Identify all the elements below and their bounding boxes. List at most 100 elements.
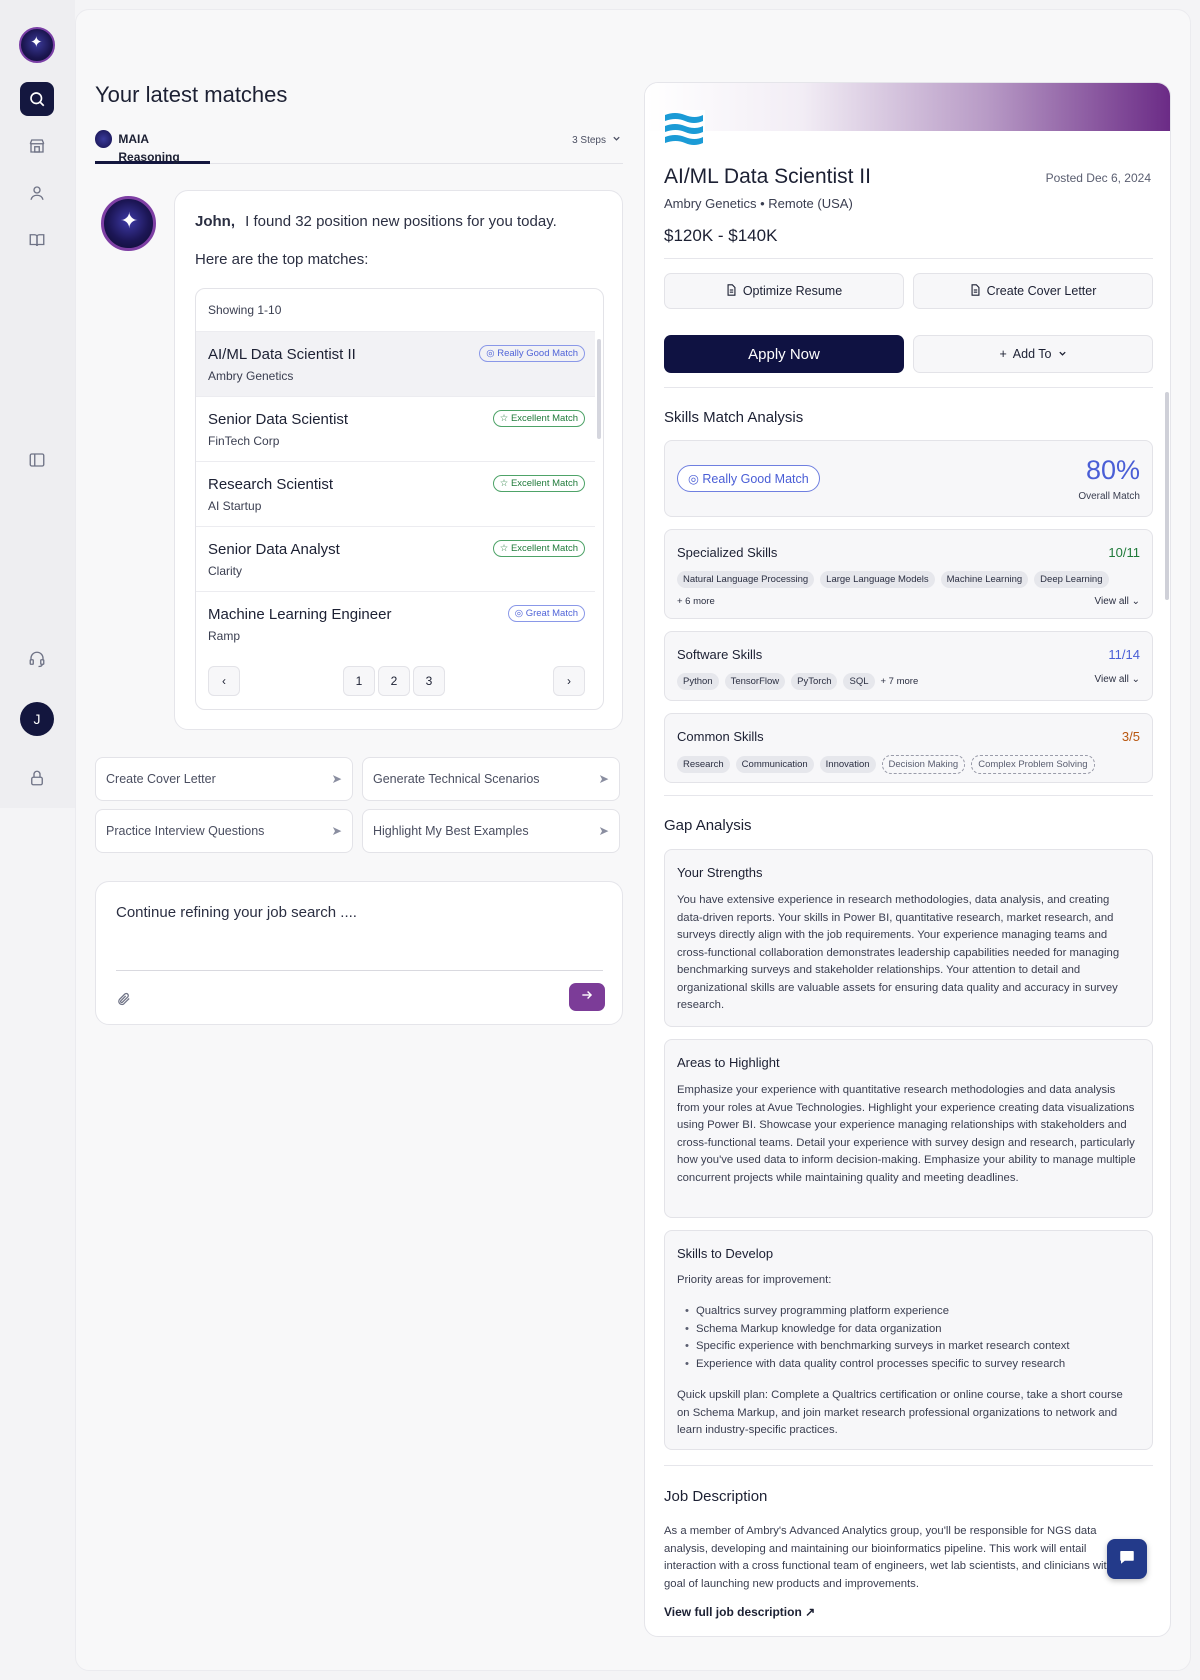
send-icon: ➤ [331,772,342,786]
skill-chip: Deep Learning [1034,571,1109,588]
skill-chip: Machine Learning [940,571,1029,588]
list-item: Qualtrics survey programming platform ex… [685,1303,1136,1321]
view-all-link[interactable]: View all ⌄ [1095,596,1140,607]
skill-chips: Natural Language Processing Large Langua… [677,571,1109,588]
page-title: Your latest matches [95,82,288,107]
page-button[interactable]: 3 [413,666,445,696]
chat-bubble-icon [1118,1548,1136,1571]
common-skills-box: Common Skills 3/5 Research Communication… [664,713,1153,783]
match-item[interactable]: Research Scientist AI Startup ☆ Excellen… [196,461,595,526]
suggestion-label: Create Cover Letter [106,772,216,786]
page-button[interactable]: 1 [343,666,375,696]
panel-banner [645,83,1170,131]
tab-maia-reasoning[interactable]: MAIA Reasoning [95,130,210,164]
steps-label: 3 Steps [572,134,606,146]
match-percent: 80% [1085,455,1140,485]
suggestion-interview-questions[interactable]: Practice Interview Questions ➤ [95,809,353,853]
overall-match-box: ◎ Really Good Match 80% Overall Match [664,440,1153,517]
search-icon[interactable] [20,82,54,116]
panel-toggle-icon[interactable] [20,443,54,477]
book-icon[interactable] [20,223,54,257]
suggestion-create-cover-letter[interactable]: Create Cover Letter ➤ [95,757,353,801]
view-full-description-link[interactable]: View full job description ↗ [664,1605,815,1619]
list-item: Specific experience with benchmarking su… [685,1338,1136,1356]
plus-icon: + [999,347,1007,361]
match-item[interactable]: Senior Data Scientist FinTech Corp ☆ Exc… [196,396,595,461]
prev-page-button[interactable]: ‹ [208,666,240,696]
more-skills[interactable]: + 6 more [677,596,715,607]
top-matches-text: Here are the top matches: [195,251,369,268]
salary-range: $120K - $140K [664,226,778,245]
assistant-avatar [101,196,156,251]
job-title: AI/ML Data Scientist II [664,165,871,188]
match-item[interactable]: Machine Learning Engineer Ramp ◎ Great M… [196,591,595,656]
list-scrollbar[interactable] [597,339,601,439]
skill-chip: SQL [843,673,875,690]
software-skills-box: Software Skills 11/14 Python TensorFlow … [664,631,1153,701]
page-button[interactable]: 2 [378,666,410,696]
match-badge: ☆ Excellent Match [492,410,585,427]
skill-chip: Innovation [819,756,876,773]
match-badge-label: Excellent Match [510,543,578,554]
highlight-title: Areas to Highlight [677,1055,780,1070]
match-badge-label: Really Good Match [497,348,578,359]
skills-group-title: Common Skills [677,729,764,744]
divider [664,258,1153,259]
add-to-button[interactable]: + Add To [913,335,1153,373]
match-item[interactable]: AI/ML Data Scientist II Ambry Genetics ◎… [196,331,595,396]
list-item: Experience with data quality control pro… [685,1356,1136,1374]
create-cover-letter-button[interactable]: Create Cover Letter [913,273,1153,309]
greeting-name: John, [195,213,235,230]
match-badge: ◎ Really Good Match [677,465,820,492]
attach-icon[interactable] [116,991,131,1011]
store-icon[interactable] [20,129,54,163]
chevron-down-icon [612,134,621,146]
lock-icon[interactable] [20,761,54,795]
document-icon [970,283,981,299]
match-badge: ◎ Great Match [507,605,585,622]
pagination: ‹ 1 2 3 › [208,666,593,698]
suggestion-technical-scenarios[interactable]: Generate Technical Scenarios ➤ [362,757,620,801]
chat-input[interactable]: Continue refining your job search .... [116,904,357,921]
view-all-link[interactable]: View all ⌄ [1095,674,1140,685]
user-icon[interactable] [20,176,54,210]
panel-scrollbar[interactable] [1165,392,1169,600]
match-item[interactable]: Senior Data Analyst Clarity ☆ Excellent … [196,526,595,591]
steps-dropdown[interactable]: 3 Steps [572,134,621,146]
match-company: Ambry Genetics [208,369,294,383]
suggestion-best-examples[interactable]: Highlight My Best Examples ➤ [362,809,620,853]
document-icon [726,283,737,299]
skills-count: 10/11 [1108,545,1140,560]
chat-fab-button[interactable] [1107,1539,1147,1579]
highlight-text: Emphasize your experience with quantitat… [677,1084,1136,1184]
list-item: Schema Markup knowledge for data organiz… [685,1321,1136,1339]
company-location: Ambry Genetics • Remote (USA) [664,196,853,211]
develop-list: Qualtrics survey programming platform ex… [685,1303,1136,1373]
more-skills[interactable]: + 7 more [881,676,919,687]
assistant-message-card: John, I found 32 position new positions … [174,190,623,730]
submit-button[interactable] [569,983,605,1011]
match-percent-label: Overall Match [1078,491,1140,502]
skill-chip: Communication [735,756,814,773]
match-badge: ☆ Excellent Match [492,540,585,557]
matches-list: AI/ML Data Scientist II Ambry Genetics ◎… [196,331,595,656]
optimize-resume-label: Optimize Resume [742,284,843,298]
skill-chip: Research [677,756,730,773]
develop-title: Skills to Develop [677,1246,774,1261]
develop-plan: Quick upskill plan: Complete a Qualtrics… [677,1389,1123,1436]
optimize-resume-button[interactable]: Optimize Resume [664,273,904,309]
app-logo-avatar[interactable] [19,27,55,63]
match-company: Clarity [208,564,243,578]
apply-now-button[interactable]: Apply Now [664,335,904,373]
skills-count: 3/5 [1121,729,1140,744]
user-avatar[interactable]: J [20,702,54,736]
next-page-button[interactable]: › [553,666,585,696]
support-headset-icon[interactable] [20,642,54,676]
match-company: Ramp [208,629,241,643]
link-label: View full job description [664,1605,802,1619]
skill-chip: Large Language Models [820,571,935,588]
strengths-text: You have extensive experience in researc… [677,894,1120,1011]
skill-chip: Python [677,673,719,690]
add-to-label: Add To [1012,347,1052,361]
highlight-box: Areas to Highlight Emphasize your experi… [664,1039,1153,1218]
